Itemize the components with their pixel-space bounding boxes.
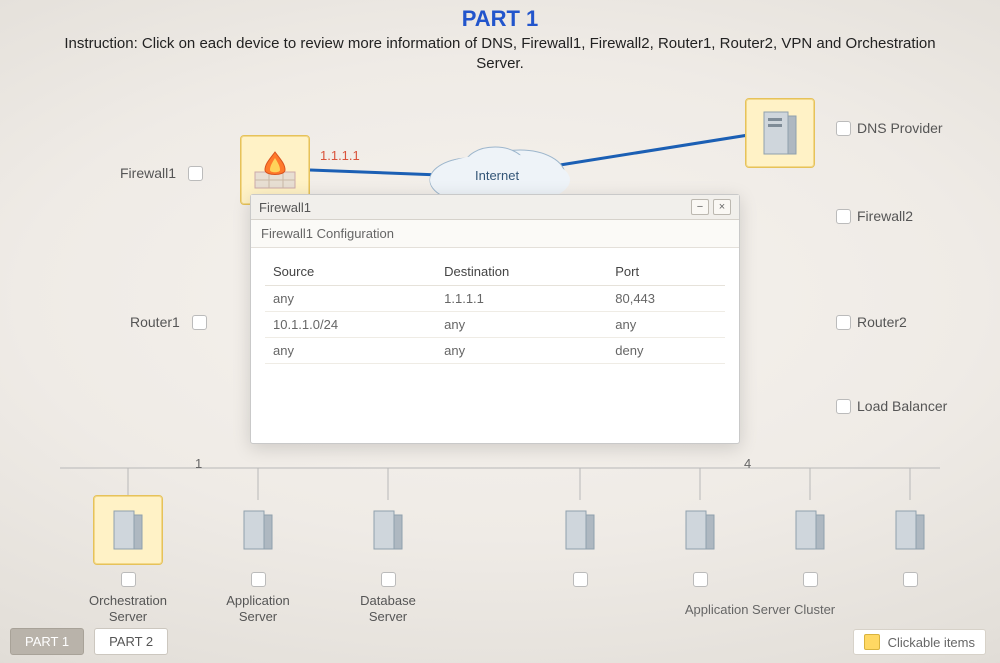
device-application-server[interactable]	[223, 495, 293, 565]
legend-swatch	[864, 634, 880, 650]
popup-titlebar[interactable]: Firewall1 − ×	[251, 195, 739, 220]
checkbox-firewall2[interactable]	[836, 209, 851, 224]
minimize-button[interactable]: −	[691, 199, 709, 215]
label-router1: Router1	[130, 314, 180, 330]
server-icon	[368, 507, 408, 553]
checkbox-cluster-3[interactable]	[803, 572, 818, 587]
popup-title: Firewall1	[259, 200, 311, 215]
page-title: PART 1	[0, 0, 1000, 32]
device-app-cluster-node[interactable]	[545, 495, 615, 565]
table-row: any any deny	[265, 338, 725, 364]
col-source: Source	[265, 258, 436, 286]
checkbox-cluster-1[interactable]	[573, 572, 588, 587]
table-row: 10.1.1.0/24 any any	[265, 312, 725, 338]
label-load-balancer: Load Balancer	[857, 398, 947, 414]
label-firewall2: Firewall2	[857, 208, 913, 224]
checkbox-orchestration[interactable]	[121, 572, 136, 587]
server-icon	[790, 507, 830, 553]
server-icon	[890, 507, 930, 553]
checkbox-firewall1[interactable]	[188, 166, 203, 181]
server-icon	[560, 507, 600, 553]
checkbox-dns-provider[interactable]	[836, 121, 851, 136]
server-icon	[108, 507, 148, 553]
col-destination: Destination	[436, 258, 607, 286]
device-app-cluster-node[interactable]	[775, 495, 845, 565]
device-app-cluster-node[interactable]	[665, 495, 735, 565]
checkbox-router1[interactable]	[192, 315, 207, 330]
legend-clickable: Clickable items	[853, 629, 986, 655]
checkbox-load-balancer[interactable]	[836, 399, 851, 414]
label-router2: Router2	[857, 314, 907, 330]
label-firewall1: Firewall1	[120, 165, 176, 181]
device-app-cluster-node[interactable]	[875, 495, 945, 565]
checkbox-db-server[interactable]	[381, 572, 396, 587]
label-db-server: Database Server	[343, 593, 433, 624]
rail-fragment-right: 4	[744, 456, 751, 471]
table-row: any 1.1.1.1 80,443	[265, 286, 725, 312]
page-instruction: Instruction: Click on each device to rev…	[0, 32, 1000, 75]
rail-fragment-left: 1	[195, 456, 202, 471]
cell: any	[265, 338, 436, 364]
server-icon	[680, 507, 720, 553]
tab-part2[interactable]: PART 2	[94, 628, 168, 655]
tab-part1[interactable]: PART 1	[10, 628, 84, 655]
cell: deny	[607, 338, 725, 364]
firewall1-popup: Firewall1 − × Firewall1 Configuration So…	[250, 194, 740, 444]
close-button[interactable]: ×	[713, 199, 731, 215]
checkbox-cluster-2[interactable]	[693, 572, 708, 587]
cell: any	[436, 312, 607, 338]
cell: any	[607, 312, 725, 338]
checkbox-router2[interactable]	[836, 315, 851, 330]
label-internet: Internet	[475, 168, 519, 183]
label-orchestration: Orchestration Server	[83, 593, 173, 624]
label-app-cluster: Application Server Cluster	[650, 602, 870, 617]
server-icon	[238, 507, 278, 553]
col-port: Port	[607, 258, 725, 286]
cell: 80,443	[607, 286, 725, 312]
device-orchestration-server[interactable]	[93, 495, 163, 565]
popup-subtitle: Firewall1 Configuration	[251, 220, 739, 248]
cell: 1.1.1.1	[436, 286, 607, 312]
popup-body: Source Destination Port any 1.1.1.1 80,4…	[251, 248, 739, 443]
device-dns-provider[interactable]	[745, 98, 815, 168]
cell: 10.1.1.0/24	[265, 312, 436, 338]
server-icon	[758, 108, 802, 158]
legend-label: Clickable items	[888, 635, 975, 650]
label-dns-provider: DNS Provider	[857, 120, 943, 136]
checkbox-cluster-4[interactable]	[903, 572, 918, 587]
firewall1-ip: 1.1.1.1	[320, 148, 360, 163]
checkbox-app-server[interactable]	[251, 572, 266, 587]
device-database-server[interactable]	[353, 495, 423, 565]
firewall-rules-table: Source Destination Port any 1.1.1.1 80,4…	[265, 258, 725, 364]
cell: any	[265, 286, 436, 312]
cell: any	[436, 338, 607, 364]
label-app-server: Application Server	[213, 593, 303, 624]
firewall-icon	[251, 148, 299, 192]
